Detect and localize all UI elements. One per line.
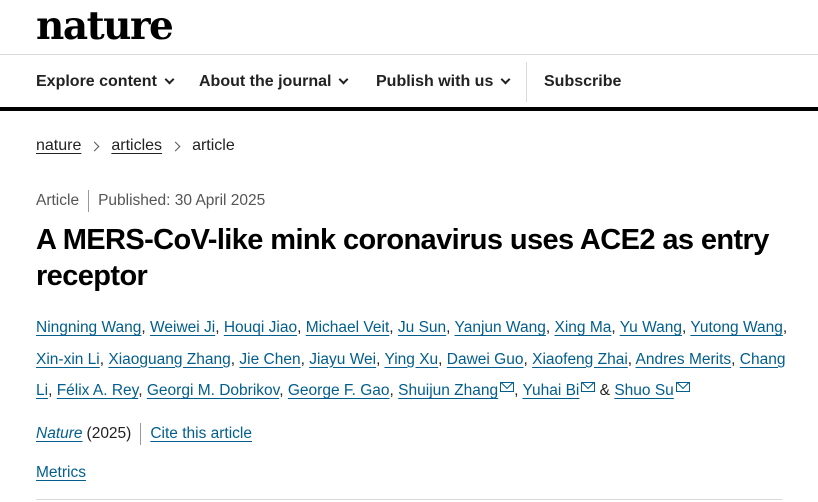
author-link[interactable]: Yu Wang (620, 319, 682, 336)
author-link[interactable]: Shuijun Zhang (398, 382, 498, 399)
nav-item-label: About the journal (199, 72, 332, 90)
metrics-link[interactable]: Metrics (36, 464, 86, 482)
author-link[interactable]: Ju Sun (398, 319, 446, 336)
author-separator: , (523, 350, 533, 368)
breadcrumb: nature articles article (36, 136, 235, 156)
cite-this-article-link[interactable]: Cite this article (150, 425, 252, 443)
author-link[interactable]: Ying Xu (384, 351, 438, 368)
nature-logo[interactable]: nature (36, 4, 174, 48)
author-link[interactable]: Jiayu Wei (309, 351, 376, 368)
chevron-down-icon (500, 74, 511, 85)
author-separator: , (389, 319, 398, 336)
article-title: A MERS-CoV-like mink coronavirus uses AC… (36, 224, 769, 292)
author-final-separator: & (595, 382, 615, 399)
author-separator: , (138, 382, 147, 399)
chevron-down-icon (164, 74, 175, 85)
nav-divider (526, 62, 527, 102)
author-link[interactable]: Xin-xin Li (36, 351, 100, 368)
author-link[interactable]: Xiaofeng Zhai (532, 351, 628, 368)
section-divider (36, 499, 782, 500)
author-link[interactable]: Weiwei Ji (150, 319, 215, 336)
author-list: Ningning Wang, Weiwei Ji, Houqi Jiao, Mi… (36, 312, 806, 407)
publication-year: (2025) (86, 425, 132, 442)
nav-publish-with-us[interactable]: Publish with us (376, 56, 511, 107)
author-link[interactable]: George F. Gao (288, 382, 390, 399)
author-link[interactable]: Yuhai Bi (522, 382, 579, 399)
nav-item-label: Explore content (36, 72, 157, 90)
nav-about-the-journal[interactable]: About the journal (199, 56, 349, 107)
author-separator: , (300, 350, 310, 368)
author-separator: , (438, 350, 447, 368)
author-link[interactable]: Georgi M. Dobrikov (147, 382, 279, 399)
author-separator: , (446, 319, 455, 336)
citation-line: Nature (2025) Cite this article (36, 423, 252, 445)
breadcrumb-current: article (192, 137, 235, 154)
author-link[interactable]: Shuo Su (614, 382, 673, 399)
author-link[interactable]: Jie Chen (239, 351, 300, 368)
mail-icon[interactable] (675, 382, 690, 392)
author-link[interactable]: Michael Veit (306, 319, 390, 336)
author-link[interactable]: Ningning Wang (36, 319, 141, 336)
article-type: Article (36, 192, 80, 209)
author-link[interactable]: Xiaoguang Zhang (108, 351, 230, 368)
meta-divider (88, 190, 90, 212)
author-separator: , (141, 319, 151, 336)
publish-date: Published: 30 April 2025 (98, 192, 266, 209)
author-separator: , (215, 319, 224, 336)
author-separator: , (731, 350, 740, 368)
author-link[interactable]: Dawei Guo (447, 351, 524, 368)
author-link[interactable]: Houqi Jiao (224, 319, 297, 336)
mail-icon[interactable] (581, 382, 596, 392)
author-link[interactable]: Xing Ma (554, 319, 611, 336)
main-nav: Explore content About the journal Publis… (0, 56, 818, 111)
chevron-down-icon (338, 74, 349, 85)
citation-divider (140, 423, 142, 445)
author-link[interactable]: Yutong Wang (690, 319, 783, 336)
chevron-right-icon (89, 141, 100, 151)
author-link[interactable]: Félix A. Rey (57, 382, 139, 399)
author-separator: , (279, 382, 288, 399)
journal-link[interactable]: Nature (36, 425, 83, 443)
chevron-right-icon (170, 141, 181, 151)
mail-icon[interactable] (500, 382, 515, 392)
subscribe-link[interactable]: Subscribe (544, 56, 621, 107)
article-meta: Article Published: 30 April 2025 (36, 190, 266, 212)
nav-explore-content[interactable]: Explore content (36, 56, 175, 107)
breadcrumb-articles[interactable]: articles (111, 137, 162, 155)
author-separator: , (627, 350, 636, 368)
nav-item-label: Publish with us (376, 72, 494, 90)
author-separator: , (611, 319, 620, 336)
author-separator: , (48, 382, 57, 399)
author-separator: , (297, 319, 306, 336)
author-link[interactable]: Andres Merits (636, 351, 732, 368)
brand-bar: nature (0, 0, 818, 55)
breadcrumb-nature[interactable]: nature (36, 137, 81, 155)
author-link[interactable]: Yanjun Wang (455, 319, 546, 336)
author-separator: , (782, 319, 788, 336)
author-separator: , (389, 382, 399, 399)
